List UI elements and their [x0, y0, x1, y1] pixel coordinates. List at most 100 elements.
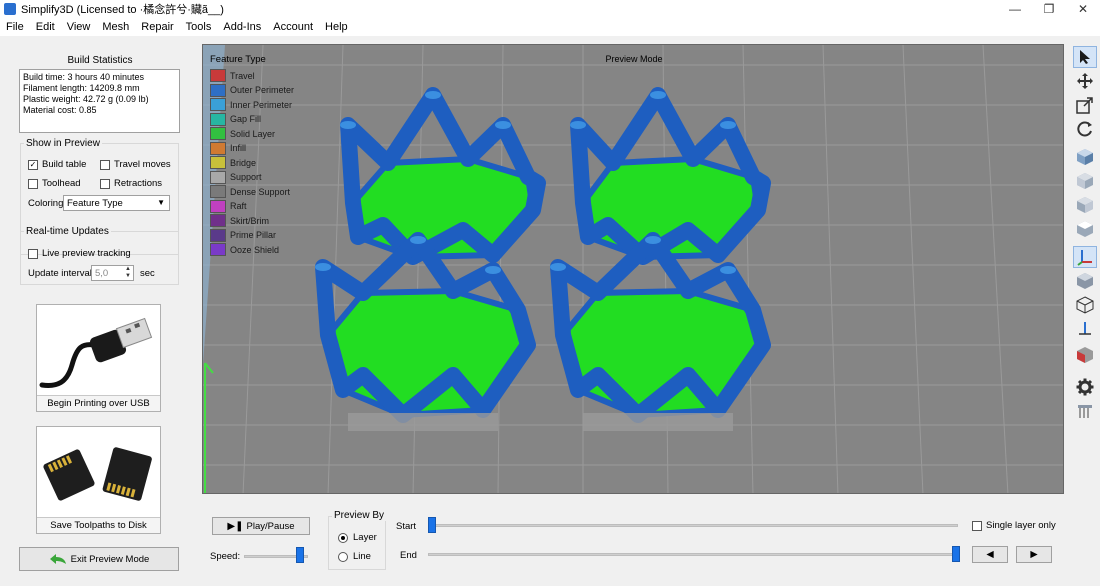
scale-tool-button[interactable] — [1073, 94, 1097, 116]
exit-preview-button[interactable]: Exit Preview Mode — [19, 547, 179, 571]
close-button[interactable]: ✕ — [1066, 0, 1100, 18]
legend-label: Solid Layer — [230, 128, 276, 139]
legend-label: Infill — [230, 143, 247, 153]
model-bottom-left — [315, 232, 536, 431]
legend-item: Inner Perimeter — [210, 98, 292, 111]
legend-label: Raft — [230, 201, 247, 211]
cube-side-icon — [1077, 197, 1093, 213]
end-label: End — [400, 550, 417, 561]
start-slider-thumb[interactable] — [428, 517, 436, 533]
supports-button[interactable] — [1073, 400, 1097, 422]
preview-mode-label: Preview Mode — [605, 54, 663, 64]
legend-swatch — [210, 156, 226, 169]
legend-item: Gap Fill — [210, 112, 261, 126]
legend-swatch — [210, 243, 226, 256]
view-iso-button[interactable] — [1073, 146, 1097, 168]
coloring-label: Coloring — [28, 198, 64, 209]
repair-button[interactable] — [1073, 344, 1097, 366]
build-statistics-title: Build Statistics — [67, 55, 133, 66]
end-slider-track[interactable] — [428, 553, 958, 556]
legend-swatch — [210, 141, 226, 155]
view-front-button[interactable] — [1073, 170, 1097, 192]
sd-card-icon — [43, 447, 152, 501]
move-tool-button[interactable] — [1073, 70, 1097, 92]
legend-label: Outer Perimeter — [230, 85, 295, 95]
cursor-icon — [1080, 50, 1090, 64]
red-cube-icon — [1077, 347, 1093, 363]
real-time-updates-title: Real-time Updates — [24, 226, 111, 237]
toolhead-checkbox[interactable]: Toolhead — [28, 178, 81, 189]
legend-item: Skirt/Brim — [210, 214, 269, 227]
legend-swatch — [210, 228, 226, 242]
live-preview-checkbox[interactable]: Live preview tracking — [28, 248, 131, 259]
legend-label: Ooze Shield — [230, 244, 280, 255]
preview-viewport[interactable]: Preview Mode Feature Type Travel Outer Pe… — [202, 44, 1064, 494]
legend-swatch — [210, 199, 226, 213]
menu-edit[interactable]: Edit — [30, 18, 61, 36]
menu-mesh[interactable]: Mesh — [96, 18, 135, 36]
select-tool-button[interactable] — [1073, 46, 1097, 68]
previous-layer-button[interactable]: ◀ — [972, 546, 1008, 563]
back-arrow-icon — [49, 554, 66, 564]
save-toolpaths-disk-button[interactable]: Save Toolpaths to Disk — [36, 426, 161, 534]
rotate-tool-button[interactable] — [1073, 118, 1097, 140]
solid-view-button[interactable] — [1073, 270, 1097, 292]
stat-plastic-weight: Plastic weight: 42.72 g (0.09 lb) — [23, 94, 149, 104]
check-icon: ✓ — [28, 159, 38, 170]
menu-repair[interactable]: Repair — [135, 18, 179, 36]
start-slider-track[interactable] — [428, 524, 958, 527]
legend-item: Support — [210, 170, 262, 184]
menu-tools[interactable]: Tools — [180, 18, 218, 36]
settings-button[interactable] — [1073, 376, 1097, 398]
legend-label: Support — [230, 172, 262, 182]
stat-material-cost: Material cost: 0.85 — [23, 105, 97, 115]
coloring-select[interactable]: Feature Type ▼ — [63, 195, 170, 211]
legend-title: Feature Type — [210, 54, 266, 65]
build-table-checkbox[interactable]: ✓ Build table — [28, 159, 86, 170]
update-interval-input[interactable]: 5,0 ▲ ▼ — [91, 265, 134, 281]
menu-file[interactable]: File — [0, 18, 30, 36]
line-radio[interactable]: Line — [338, 551, 371, 562]
sec-label: sec — [140, 268, 155, 279]
view-top-button[interactable] — [1073, 218, 1097, 240]
legend-swatch — [210, 69, 226, 82]
menu-view[interactable]: View — [61, 18, 97, 36]
layer-radio[interactable]: Layer — [338, 532, 377, 543]
legend-swatch — [210, 170, 226, 184]
scale-icon — [1076, 97, 1093, 114]
axes-icon — [1077, 250, 1092, 266]
maximize-button[interactable]: ❐ — [1032, 0, 1066, 18]
next-layer-button[interactable]: ▶ — [1016, 546, 1052, 563]
menu-add-ins[interactable]: Add-Ins — [217, 18, 267, 36]
menu-account[interactable]: Account — [267, 18, 319, 36]
speed-slider-thumb[interactable] — [296, 547, 304, 563]
legend-label: Bridge — [230, 157, 257, 168]
model-toolpaths — [315, 87, 771, 431]
travel-moves-checkbox[interactable]: Travel moves — [100, 159, 171, 170]
legend-label: Skirt/Brim — [230, 215, 269, 226]
view-side-button[interactable] — [1073, 194, 1097, 216]
dropdown-arrow-icon: ▼ — [157, 198, 165, 207]
play-pause-button[interactable]: ▶❚ Play/Pause — [212, 517, 310, 535]
stat-filament-length: Filament length: 14209.8 mm — [23, 83, 140, 93]
disk-caption: Save Toolpaths to Disk — [37, 517, 160, 533]
retractions-checkbox[interactable]: Retractions — [100, 178, 162, 189]
legend-label: Dense Support — [230, 186, 291, 197]
end-slider-thumb[interactable] — [952, 546, 960, 562]
cross-section-icon — [1079, 322, 1091, 335]
legend-item: Travel — [210, 69, 255, 82]
legend-swatch — [210, 112, 226, 126]
cross-section-button[interactable] — [1073, 318, 1097, 340]
legend-item: Infill — [210, 141, 247, 155]
legend-item: Dense Support — [210, 185, 290, 198]
single-layer-checkbox[interactable]: Single layer only — [972, 520, 1056, 531]
show-axes-button[interactable] — [1073, 246, 1097, 268]
show-in-preview-title: Show in Preview — [24, 138, 102, 149]
minimize-button[interactable]: — — [998, 0, 1032, 18]
legend-swatch — [210, 185, 226, 198]
spinner-arrows-icon[interactable]: ▲ ▼ — [125, 266, 131, 280]
wireframe-view-button[interactable] — [1073, 294, 1097, 316]
menu-help[interactable]: Help — [319, 18, 354, 36]
app-icon — [4, 3, 16, 15]
begin-printing-usb-button[interactable]: Begin Printing over USB — [36, 304, 161, 412]
